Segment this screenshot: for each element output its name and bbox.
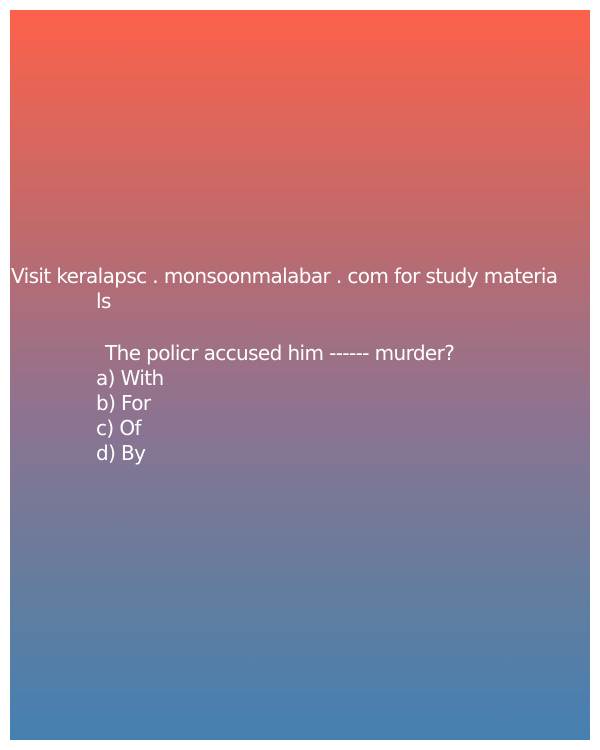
site-promo-text-continued: ls [96,289,111,313]
question-text: The policr accused him ------ murder? [105,341,455,365]
option-b: b) For [96,391,151,415]
option-c: c) Of [96,416,142,440]
option-d: d) By [96,441,146,465]
site-promo-text: Visit keralapsc . monsoonmalabar . com f… [11,264,558,288]
question-card: Visit keralapsc . monsoonmalabar . com f… [10,10,590,740]
option-a: a) With [96,366,164,390]
